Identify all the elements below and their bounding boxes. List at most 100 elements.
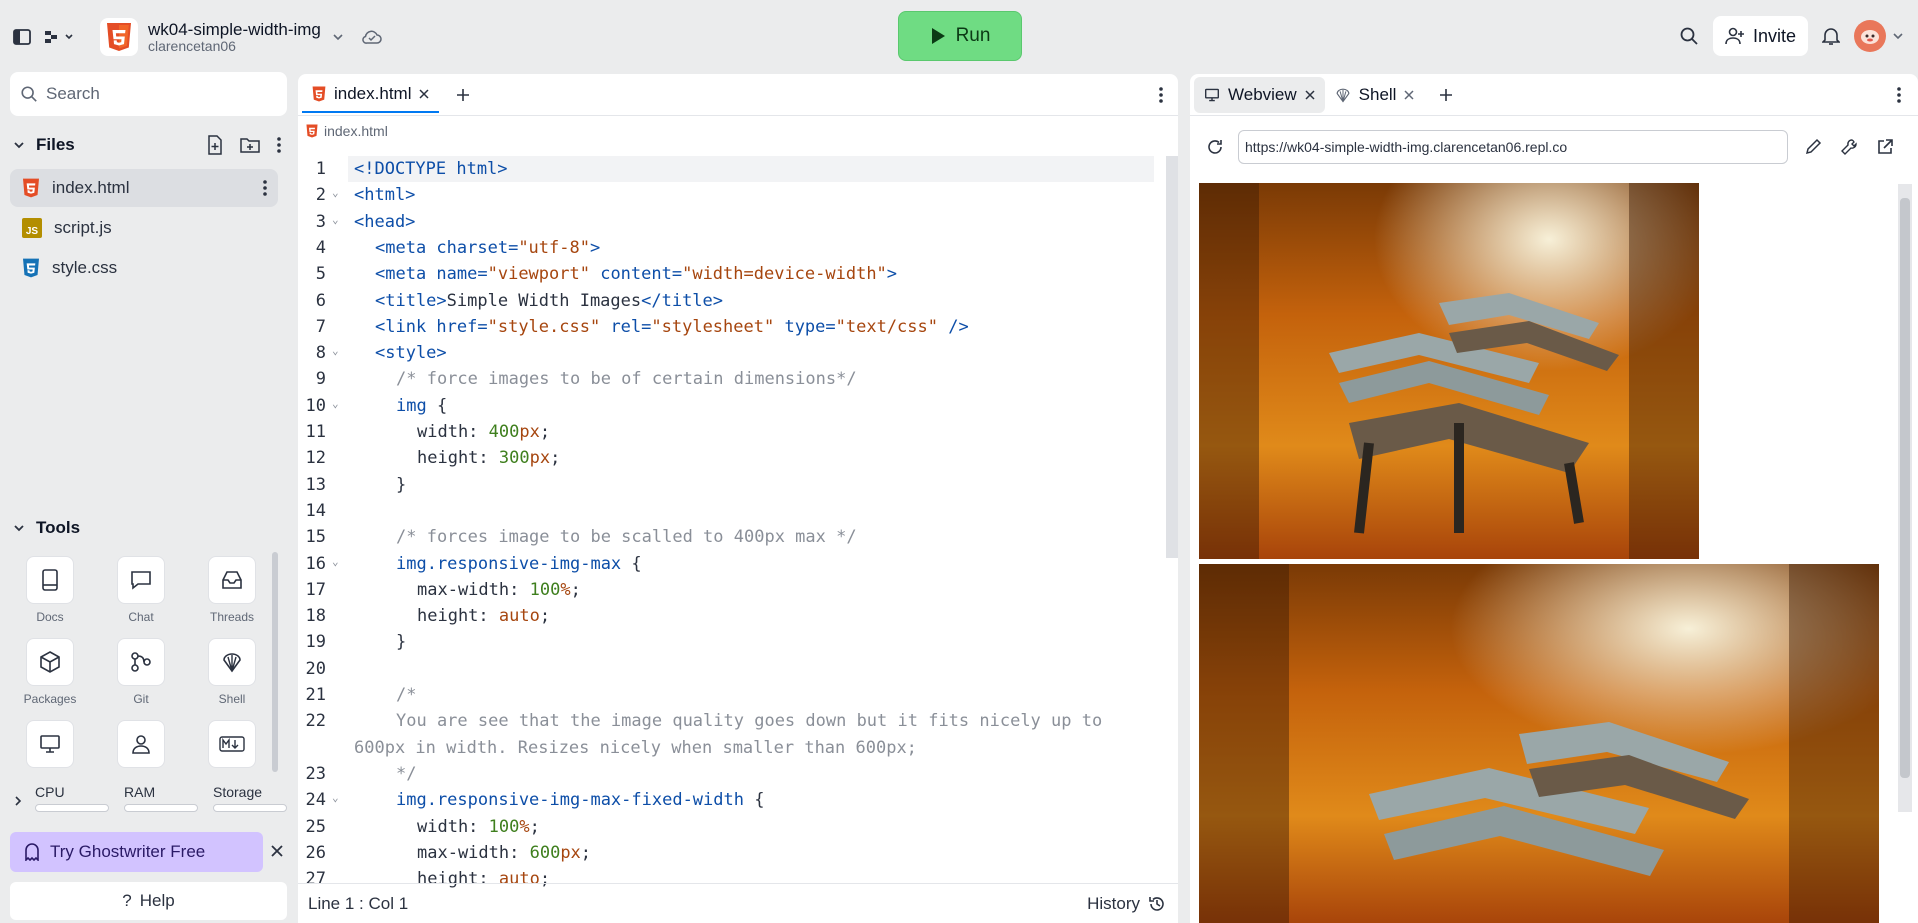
- code-line[interactable]: 10 ⌄ img {: [298, 393, 1154, 419]
- add-tab-icon[interactable]: [455, 87, 471, 103]
- more-options-icon[interactable]: [276, 136, 282, 154]
- close-icon[interactable]: [1404, 89, 1414, 100]
- code-token: ;: [529, 817, 540, 837]
- fold-chevron-icon[interactable]: ⌄: [332, 549, 339, 575]
- play-icon: [930, 27, 946, 45]
- code-line[interactable]: 21 /*: [298, 682, 1154, 708]
- file-item-script-js[interactable]: JS script.js: [10, 209, 278, 247]
- code-line[interactable]: 5 <meta name="viewport" content="width=de…: [298, 261, 1154, 287]
- fold-chevron-icon[interactable]: ⌄: [332, 338, 339, 364]
- tool-user[interactable]: [101, 720, 181, 774]
- new-file-icon[interactable]: [206, 135, 224, 155]
- code-token: img.responsive-img-max-fixed-width: [396, 790, 744, 810]
- more-options-icon[interactable]: [1158, 86, 1164, 104]
- scrollbar-thumb[interactable]: [1900, 198, 1910, 778]
- chevron-right-icon[interactable]: [12, 794, 24, 808]
- tool-docs[interactable]: Docs: [10, 556, 90, 624]
- tool-packages[interactable]: Packages: [10, 638, 90, 706]
- code-line[interactable]: 9 /* force images to be of certain dimens…: [298, 366, 1154, 392]
- code-line[interactable]: 7 <link href="style.css" rel="stylesheet"…: [298, 314, 1154, 340]
- tab-index-html[interactable]: index.html: [302, 77, 440, 113]
- edit-pencil-icon[interactable]: [1804, 138, 1822, 156]
- help-button[interactable]: ? Help: [10, 882, 287, 920]
- code-line[interactable]: 24 ⌄ img.responsive-img-max-fixed-width {: [298, 787, 1154, 813]
- run-button[interactable]: Run: [898, 11, 1022, 61]
- more-options-icon[interactable]: [1896, 86, 1902, 104]
- code-line[interactable]: 6 <title>Simple Width Images</title>: [298, 288, 1154, 314]
- code-line[interactable]: 17 max-width: 100%;: [298, 577, 1154, 603]
- fold-chevron-icon[interactable]: ⌄: [332, 391, 339, 417]
- url-input[interactable]: https://wk04-simple-width-img.clarenceta…: [1238, 130, 1788, 164]
- tool-webview[interactable]: [10, 720, 90, 774]
- code-line[interactable]: 2 ⌄ <html>: [298, 182, 1154, 208]
- file-item-index-html[interactable]: index.html: [10, 169, 278, 207]
- code-line[interactable]: 20: [298, 656, 1154, 682]
- code-line[interactable]: 4 <meta charset="utf-8">: [298, 235, 1154, 261]
- tools-scrollbar[interactable]: [272, 552, 278, 772]
- replit-menu-icon[interactable]: [42, 27, 76, 47]
- fold-chevron-icon[interactable]: ⌄: [332, 207, 339, 233]
- tool-markdown[interactable]: [192, 720, 272, 774]
- avatar[interactable]: [1854, 20, 1886, 52]
- tool-shell[interactable]: Shell: [192, 638, 272, 706]
- project-info[interactable]: wk04-simple-width-img clarencetan06: [148, 21, 321, 54]
- chevron-down-icon[interactable]: [12, 521, 26, 535]
- cloud-check-icon[interactable]: [361, 28, 383, 46]
- project-name[interactable]: wk04-simple-width-img: [148, 21, 321, 39]
- account-menu[interactable]: [1854, 20, 1904, 52]
- code-line[interactable]: 23 */: [298, 761, 1154, 787]
- code-line[interactable]: 14: [298, 498, 1154, 524]
- code-line[interactable]: 12 height: 300px;: [298, 445, 1154, 471]
- code-line[interactable]: 3 ⌄ <head>: [298, 209, 1154, 235]
- file-item-style-css[interactable]: style.css: [10, 249, 278, 287]
- tools-header[interactable]: Tools: [12, 518, 80, 538]
- code-line[interactable]: 16 ⌄ img.responsive-img-max {: [298, 551, 1154, 577]
- code-line[interactable]: 15 /* forces image to be scalled to 400px…: [298, 524, 1154, 550]
- code-line[interactable]: 8 ⌄ <style>: [298, 340, 1154, 366]
- code-line[interactable]: 26 max-width: 600px;: [298, 840, 1154, 866]
- close-icon[interactable]: [419, 88, 430, 99]
- threads-icon: [208, 556, 256, 604]
- chevron-down-icon[interactable]: [12, 138, 26, 152]
- history-button[interactable]: History: [1087, 884, 1166, 923]
- editor-scrollbar[interactable]: [1166, 156, 1178, 558]
- chevron-down-icon[interactable]: [1892, 30, 1904, 42]
- line-number: 11: [305, 422, 326, 442]
- tab-shell[interactable]: Shell: [1325, 77, 1425, 113]
- breadcrumb[interactable]: index.html: [298, 116, 1178, 146]
- code-line[interactable]: 1 <!DOCTYPE html>: [298, 156, 1154, 182]
- more-options-icon[interactable]: [262, 179, 268, 197]
- bell-icon[interactable]: [1822, 26, 1840, 46]
- files-header[interactable]: Files: [12, 132, 282, 158]
- refresh-icon[interactable]: [1206, 138, 1224, 156]
- js-icon: JS: [22, 218, 42, 238]
- close-icon[interactable]: [1305, 89, 1315, 100]
- fold-chevron-icon[interactable]: ⌄: [332, 180, 339, 206]
- add-tab-icon[interactable]: [1438, 87, 1454, 103]
- webview-scrollbar[interactable]: [1898, 184, 1912, 812]
- search-icon[interactable]: [1679, 26, 1699, 46]
- code-line[interactable]: 18 height: auto;: [298, 603, 1154, 629]
- tool-chat[interactable]: Chat: [101, 556, 181, 624]
- sidebar-toggle-icon[interactable]: [12, 27, 32, 47]
- code-line[interactable]: 11 width: 400px;: [298, 419, 1154, 445]
- code-line[interactable]: 25 width: 100%;: [298, 814, 1154, 840]
- open-external-icon[interactable]: [1876, 138, 1894, 156]
- fold-chevron-icon[interactable]: ⌄: [332, 785, 339, 811]
- tool-threads[interactable]: Threads: [192, 556, 272, 624]
- tab-webview[interactable]: Webview: [1194, 76, 1325, 113]
- tool-label: Packages: [23, 692, 77, 706]
- code-line[interactable]: 600px in width. Resizes nicely when smal…: [298, 735, 1154, 761]
- code-line[interactable]: 13}: [298, 472, 1154, 498]
- close-icon[interactable]: [270, 844, 284, 858]
- new-folder-icon[interactable]: [240, 136, 260, 154]
- code-line[interactable]: 22 You are see that the image quality goe…: [298, 708, 1154, 734]
- invite-button[interactable]: Invite: [1712, 16, 1808, 56]
- code-area[interactable]: 1 <!DOCTYPE html> 2 ⌄ <html> 3 ⌄ <head> 4 <meta c…: [298, 156, 1164, 889]
- devtools-wrench-icon[interactable]: [1840, 138, 1858, 156]
- ghostwriter-button[interactable]: Try Ghostwriter Free: [10, 832, 263, 872]
- code-line[interactable]: 19}: [298, 629, 1154, 655]
- search-input[interactable]: Search: [10, 72, 287, 116]
- chevron-down-icon[interactable]: [331, 30, 345, 44]
- tool-git[interactable]: Git: [101, 638, 181, 706]
